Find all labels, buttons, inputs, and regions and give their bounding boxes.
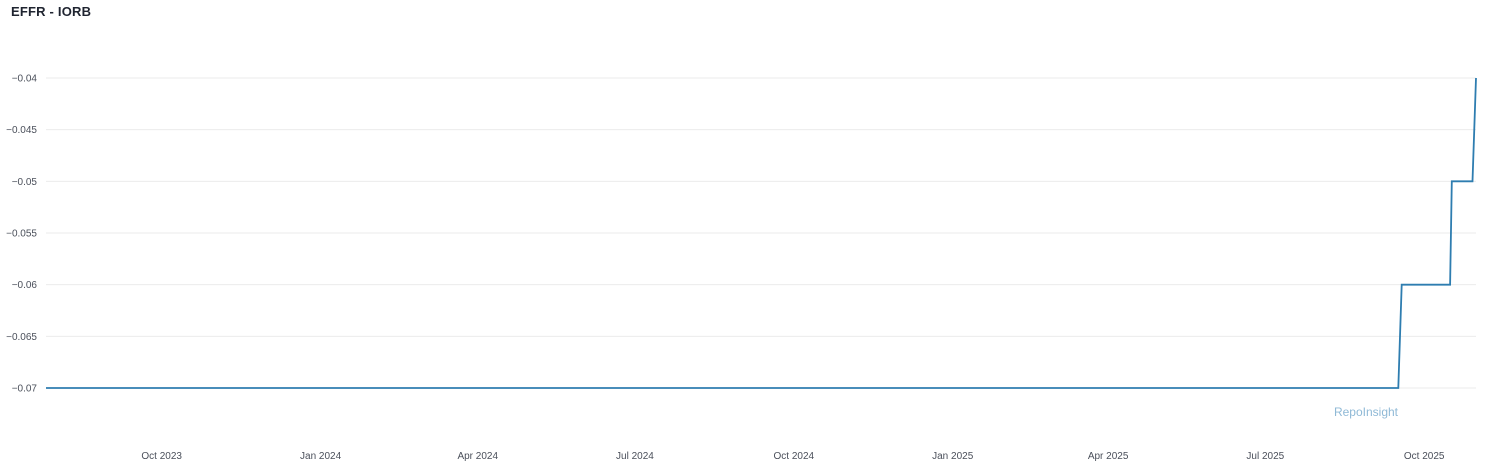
x-axis-ticks: Oct 2023 Jan 2024 Apr 2024 Jul 2024 Oct 2024… — [141, 451, 1444, 462]
x-tick-label: Jan 2024 — [300, 451, 342, 462]
x-tick-label: Oct 2025 — [1404, 451, 1445, 462]
y-axis-ticks: −0.04 −0.045 −0.05 −0.055 −0.06 −0.065 −0.07 — [6, 74, 37, 395]
y-tick-label: −0.04 — [12, 74, 38, 85]
y-tick-label: −0.05 — [12, 177, 38, 188]
x-tick-label: Apr 2024 — [457, 451, 498, 462]
watermark-text: RepoInsight — [1334, 405, 1399, 419]
y-tick-label: −0.045 — [6, 125, 37, 136]
y-tick-label: −0.07 — [12, 384, 38, 395]
x-tick-label: Jul 2025 — [1246, 451, 1284, 462]
x-tick-label: Oct 2023 — [141, 451, 182, 462]
x-tick-label: Jul 2024 — [616, 451, 654, 462]
x-tick-label: Oct 2024 — [774, 451, 815, 462]
x-tick-label: Apr 2025 — [1088, 451, 1129, 462]
line-chart: −0.04 −0.045 −0.05 −0.055 −0.06 −0.065 −0.07 O… — [6, 74, 1477, 462]
y-tick-label: −0.065 — [6, 332, 37, 343]
x-tick-label: Jan 2025 — [932, 451, 974, 462]
grid-lines — [46, 77, 1476, 389]
y-tick-label: −0.055 — [6, 229, 37, 240]
y-tick-label: −0.06 — [12, 280, 38, 291]
